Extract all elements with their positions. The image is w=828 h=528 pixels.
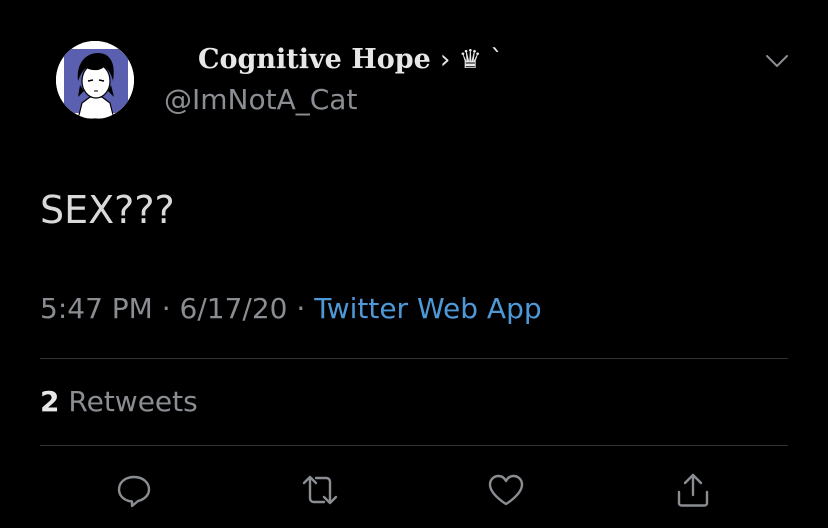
tweet-text: SEX??? <box>40 188 175 232</box>
comment-icon[interactable] <box>114 470 154 510</box>
divider <box>40 358 788 359</box>
tweet-meta: 5:47 PM · 6/17/20 · Twitter Web App <box>40 292 542 325</box>
name-suffix: › ♛ ` <box>440 45 504 75</box>
chevron-down-icon[interactable] <box>762 46 792 76</box>
meta-separator: · <box>161 292 171 325</box>
retweet-icon[interactable] <box>300 470 340 510</box>
avatar[interactable] <box>56 41 134 119</box>
retweet-count: 2 <box>40 385 60 418</box>
tweet-date[interactable]: 6/17/20 <box>180 292 288 325</box>
meta-separator: · <box>296 292 306 325</box>
user-handle[interactable]: @ImNotA_Cat <box>164 83 357 116</box>
retweet-label: Retweets <box>68 385 198 418</box>
tweet-source-link[interactable]: Twitter Web App <box>314 292 541 325</box>
tweet-time[interactable]: 5:47 PM <box>40 292 153 325</box>
share-icon[interactable] <box>673 470 713 510</box>
divider <box>40 445 788 446</box>
profile-avatar-icon <box>56 41 134 119</box>
display-name[interactable]: Cognitive Hope <box>198 44 431 75</box>
retweet-stats[interactable]: 2 Retweets <box>40 385 198 418</box>
heart-icon[interactable] <box>486 470 526 510</box>
